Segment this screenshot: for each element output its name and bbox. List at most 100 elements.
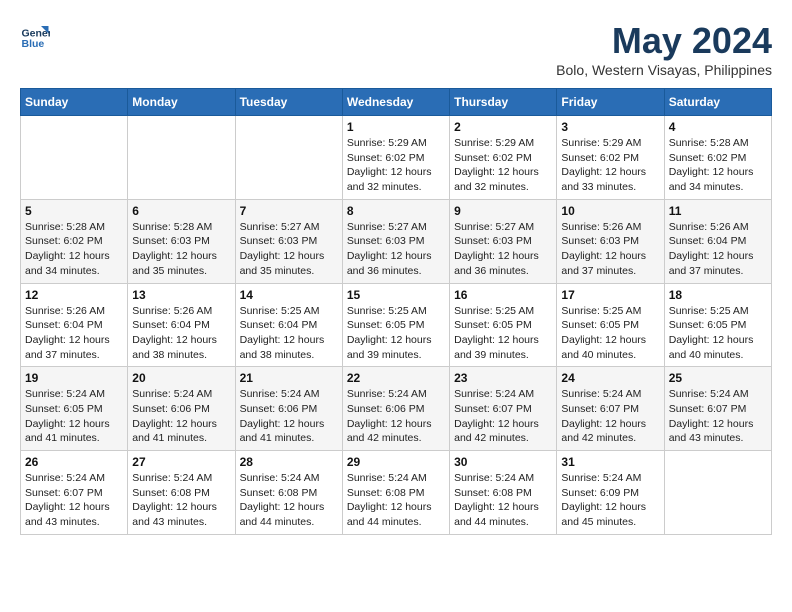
day-info: Sunrise: 5:24 AMSunset: 6:05 PMDaylight:… <box>25 387 123 446</box>
calendar-cell: 24Sunrise: 5:24 AMSunset: 6:07 PMDayligh… <box>557 367 664 451</box>
location: Bolo, Western Visayas, Philippines <box>556 62 772 78</box>
day-number: 29 <box>347 455 445 469</box>
weekday-sunday: Sunday <box>21 89 128 116</box>
weekday-wednesday: Wednesday <box>342 89 449 116</box>
day-number: 19 <box>25 371 123 385</box>
calendar-cell: 2Sunrise: 5:29 AMSunset: 6:02 PMDaylight… <box>450 116 557 200</box>
calendar-cell: 20Sunrise: 5:24 AMSunset: 6:06 PMDayligh… <box>128 367 235 451</box>
day-info: Sunrise: 5:24 AMSunset: 6:07 PMDaylight:… <box>454 387 552 446</box>
day-info: Sunrise: 5:29 AMSunset: 6:02 PMDaylight:… <box>561 136 659 195</box>
calendar-cell: 17 Sunrise: 5:25 AMSunset: 6:05 PMDayligh… <box>557 283 664 367</box>
weekday-saturday: Saturday <box>664 89 771 116</box>
day-number: 17 <box>561 288 659 302</box>
day-info: Sunrise: 5:28 AMSunset: 6:03 PMDaylight:… <box>132 220 230 279</box>
calendar-cell: 14 Sunrise: 5:25 AMSunset: 6:04 PMDayligh… <box>235 283 342 367</box>
weekday-monday: Monday <box>128 89 235 116</box>
day-number: 14 <box>240 288 338 302</box>
day-number: 23 <box>454 371 552 385</box>
calendar-cell: 30Sunrise: 5:24 AMSunset: 6:08 PMDayligh… <box>450 451 557 535</box>
day-number: 15 <box>347 288 445 302</box>
day-number: 31 <box>561 455 659 469</box>
day-number: 1 <box>347 120 445 134</box>
day-number: 8 <box>347 204 445 218</box>
day-info: Sunrise: 5:25 AMSunset: 6:05 PMDaylight:… <box>669 304 767 363</box>
day-number: 6 <box>132 204 230 218</box>
calendar-cell: 5 Sunrise: 5:28 AMSunset: 6:02 PMDaylight… <box>21 199 128 283</box>
day-info: Sunrise: 5:28 AMSunset: 6:02 PMDaylight:… <box>669 136 767 195</box>
calendar-cell: 12 Sunrise: 5:26 AMSunset: 6:04 PMDayligh… <box>21 283 128 367</box>
calendar-body: 1 Sunrise: 5:29 AMSunset: 6:02 PMDaylight… <box>21 116 772 535</box>
calendar-cell: 19 Sunrise: 5:24 AMSunset: 6:05 PMDayligh… <box>21 367 128 451</box>
weekday-thursday: Thursday <box>450 89 557 116</box>
day-info: Sunrise: 5:24 AMSunset: 6:08 PMDaylight:… <box>240 471 338 530</box>
calendar-cell: 16 Sunrise: 5:25 AMSunset: 6:05 PMDayligh… <box>450 283 557 367</box>
svg-text:Blue: Blue <box>22 38 45 50</box>
calendar-cell: 22Sunrise: 5:24 AMSunset: 6:06 PMDayligh… <box>342 367 449 451</box>
day-info: Sunrise: 5:26 AMSunset: 6:03 PMDaylight:… <box>561 220 659 279</box>
day-number: 9 <box>454 204 552 218</box>
calendar-cell: 1 Sunrise: 5:29 AMSunset: 6:02 PMDaylight… <box>342 116 449 200</box>
calendar-week-2: 12 Sunrise: 5:26 AMSunset: 6:04 PMDayligh… <box>21 283 772 367</box>
day-info: Sunrise: 5:24 AMSunset: 6:07 PMDaylight:… <box>561 387 659 446</box>
calendar-cell: 3Sunrise: 5:29 AMSunset: 6:02 PMDaylight… <box>557 116 664 200</box>
calendar-week-4: 26Sunrise: 5:24 AMSunset: 6:07 PMDayligh… <box>21 451 772 535</box>
day-info: Sunrise: 5:29 AMSunset: 6:02 PMDaylight:… <box>347 136 445 195</box>
weekday-friday: Friday <box>557 89 664 116</box>
calendar-cell: 11Sunrise: 5:26 AMSunset: 6:04 PMDayligh… <box>664 199 771 283</box>
calendar-cell: 10 Sunrise: 5:26 AMSunset: 6:03 PMDayligh… <box>557 199 664 283</box>
day-info: Sunrise: 5:25 AMSunset: 6:05 PMDaylight:… <box>454 304 552 363</box>
day-info: Sunrise: 5:25 AMSunset: 6:04 PMDaylight:… <box>240 304 338 363</box>
title-block: May 2024 Bolo, Western Visayas, Philippi… <box>556 20 772 78</box>
calendar-cell: 13Sunrise: 5:26 AMSunset: 6:04 PMDayligh… <box>128 283 235 367</box>
day-info: Sunrise: 5:29 AMSunset: 6:02 PMDaylight:… <box>454 136 552 195</box>
calendar-cell: 23 Sunrise: 5:24 AMSunset: 6:07 PMDayligh… <box>450 367 557 451</box>
day-number: 12 <box>25 288 123 302</box>
day-number: 5 <box>25 204 123 218</box>
day-info: Sunrise: 5:26 AMSunset: 6:04 PMDaylight:… <box>669 220 767 279</box>
day-number: 28 <box>240 455 338 469</box>
day-number: 27 <box>132 455 230 469</box>
calendar-cell: 6 Sunrise: 5:28 AMSunset: 6:03 PMDaylight… <box>128 199 235 283</box>
day-number: 22 <box>347 371 445 385</box>
calendar-cell: 29 Sunrise: 5:24 AMSunset: 6:08 PMDayligh… <box>342 451 449 535</box>
day-number: 16 <box>454 288 552 302</box>
calendar-cell <box>21 116 128 200</box>
calendar-cell: 27 Sunrise: 5:24 AMSunset: 6:08 PMDayligh… <box>128 451 235 535</box>
logo-icon: General Blue <box>20 20 50 50</box>
calendar-cell: 31Sunrise: 5:24 AMSunset: 6:09 PMDayligh… <box>557 451 664 535</box>
calendar-cell <box>235 116 342 200</box>
weekday-tuesday: Tuesday <box>235 89 342 116</box>
day-number: 26 <box>25 455 123 469</box>
day-number: 21 <box>240 371 338 385</box>
calendar-cell: 21 Sunrise: 5:24 AMSunset: 6:06 PMDayligh… <box>235 367 342 451</box>
month-title: May 2024 <box>556 20 772 62</box>
calendar-cell: 28 Sunrise: 5:24 AMSunset: 6:08 PMDayligh… <box>235 451 342 535</box>
day-number: 25 <box>669 371 767 385</box>
day-info: Sunrise: 5:27 AMSunset: 6:03 PMDaylight:… <box>347 220 445 279</box>
day-info: Sunrise: 5:25 AMSunset: 6:05 PMDaylight:… <box>561 304 659 363</box>
day-info: Sunrise: 5:24 AMSunset: 6:07 PMDaylight:… <box>669 387 767 446</box>
day-info: Sunrise: 5:27 AMSunset: 6:03 PMDaylight:… <box>454 220 552 279</box>
day-number: 20 <box>132 371 230 385</box>
day-info: Sunrise: 5:24 AMSunset: 6:08 PMDaylight:… <box>132 471 230 530</box>
day-info: Sunrise: 5:27 AMSunset: 6:03 PMDaylight:… <box>240 220 338 279</box>
calendar-cell <box>664 451 771 535</box>
calendar-cell: 15 Sunrise: 5:25 AMSunset: 6:05 PMDayligh… <box>342 283 449 367</box>
day-number: 7 <box>240 204 338 218</box>
day-number: 13 <box>132 288 230 302</box>
calendar-week-0: 1 Sunrise: 5:29 AMSunset: 6:02 PMDaylight… <box>21 116 772 200</box>
calendar-cell: 18Sunrise: 5:25 AMSunset: 6:05 PMDayligh… <box>664 283 771 367</box>
day-info: Sunrise: 5:25 AMSunset: 6:05 PMDaylight:… <box>347 304 445 363</box>
calendar-cell: 26Sunrise: 5:24 AMSunset: 6:07 PMDayligh… <box>21 451 128 535</box>
day-info: Sunrise: 5:26 AMSunset: 6:04 PMDaylight:… <box>25 304 123 363</box>
logo: General Blue <box>20 20 50 50</box>
day-number: 10 <box>561 204 659 218</box>
day-info: Sunrise: 5:24 AMSunset: 6:06 PMDaylight:… <box>240 387 338 446</box>
calendar-table: SundayMondayTuesdayWednesdayThursdayFrid… <box>20 88 772 535</box>
day-info: Sunrise: 5:28 AMSunset: 6:02 PMDaylight:… <box>25 220 123 279</box>
calendar-cell: 8 Sunrise: 5:27 AMSunset: 6:03 PMDaylight… <box>342 199 449 283</box>
day-info: Sunrise: 5:24 AMSunset: 6:08 PMDaylight:… <box>347 471 445 530</box>
weekday-header-row: SundayMondayTuesdayWednesdayThursdayFrid… <box>21 89 772 116</box>
day-number: 4 <box>669 120 767 134</box>
day-number: 30 <box>454 455 552 469</box>
